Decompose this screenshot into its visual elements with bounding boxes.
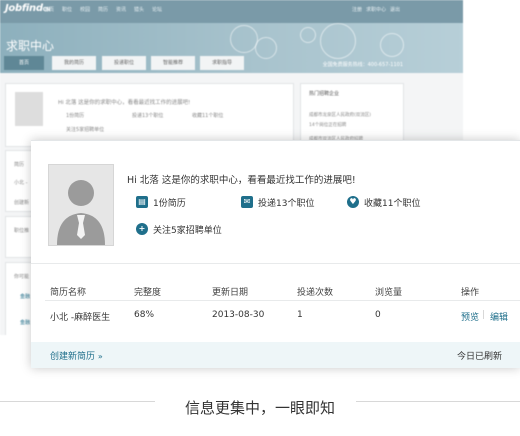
stat-small: 关注5家招聘单位 [66, 127, 105, 133]
stat-small: 投递13个职位 [132, 113, 164, 119]
sidebar-line: 成都市龙泉区人民政府(双流区) [309, 113, 372, 118]
heart-icon: ♥ [347, 196, 359, 208]
preview-link[interactable]: 预览 [461, 310, 479, 323]
nav-item[interactable]: 首页 [44, 6, 54, 13]
mail-icon: ✉ [241, 196, 253, 208]
action-separator: | [482, 310, 486, 320]
avatar [48, 164, 114, 246]
nav-item[interactable]: 校园 [80, 6, 90, 13]
plus-icon: + [136, 223, 148, 235]
stat-follow-count[interactable]: 关注5家招聘单位 [153, 223, 222, 236]
avatar-small [15, 92, 43, 126]
nav-item[interactable]: 职位 [62, 6, 72, 13]
resume-updated: 2013-08-30 [212, 310, 265, 320]
nav-register[interactable]: 注册 [352, 6, 362, 13]
refresh-status: 今日已刷新 [456, 352, 502, 362]
tab-home[interactable]: 首页 [4, 56, 44, 70]
tab-bar: 首页 我的简历 投递职位 智能推荐 求职指导 [0, 56, 463, 73]
stub-text: 创建新 [14, 200, 30, 206]
chevron-down-icon: » [97, 352, 103, 361]
decorative-circle-icon [320, 23, 356, 59]
greeting-text: Hi 北落 这是你的求职中心，看看最近找工作的进展吧! [127, 175, 356, 186]
tab-guidance[interactable]: 求职指导 [200, 56, 244, 70]
col-header-actions: 操作 [461, 288, 480, 298]
tab-my-resume[interactable]: 我的简历 [52, 56, 96, 70]
stat-resume-count[interactable]: 1份简历 [153, 196, 186, 209]
stub-text: 简历 [14, 162, 25, 168]
nav-job-center[interactable]: 求职中心 [366, 6, 386, 13]
decorative-circle-icon [230, 25, 258, 53]
top-navigation-bar: JobfindCN 首页 职位 校园 简历 资讯 猎头 论坛 注册 求职中心 退… [0, 0, 463, 23]
tab-applied-jobs[interactable]: 投递职位 [102, 56, 146, 70]
resume-name[interactable]: 小北 -麻醉医生 [50, 310, 110, 323]
col-header-name: 简历名称 [50, 288, 87, 298]
col-header-updated: 更新日期 [212, 288, 249, 298]
stub-text: 金融 [20, 320, 31, 326]
col-header-views: 浏览量 [375, 288, 403, 298]
stat-small: 1份简历 [66, 113, 85, 119]
stat-favorite-count[interactable]: 收藏11个职位 [364, 196, 420, 209]
greeting-small: Hi 北落 这是你的求职中心，看看最近找工作的进展吧! [58, 100, 191, 106]
edit-link[interactable]: 编辑 [490, 310, 508, 323]
tab-recommend[interactable]: 智能推荐 [151, 56, 195, 70]
stat-applied-count[interactable]: 投递13个职位 [258, 196, 314, 209]
nav-logout[interactable]: 退出 [390, 6, 400, 13]
nav-item[interactable]: 简历 [98, 6, 108, 13]
nav-item[interactable]: 论坛 [152, 6, 162, 13]
nav-item[interactable]: 资讯 [116, 6, 126, 13]
sidebar-title: 热门招聘企业 [309, 91, 340, 97]
caption-text: 信息更集中，一眼即知 [184, 399, 335, 417]
stub-text: 金融 [20, 294, 31, 300]
col-header-completeness: 完整度 [134, 288, 162, 298]
stub-text: 你可能 [14, 274, 30, 280]
decorative-circle-icon [300, 27, 316, 43]
create-resume-link[interactable]: 创建新简历 » [50, 349, 103, 362]
page-title: 求职中心 [6, 39, 55, 53]
sidebar-line: 14个岗位正在招聘 [309, 123, 347, 128]
job-center-card: Hi 北落 这是你的求职中心，看看最近找工作的进展吧! ▤ 1份简历 ✉ 投递1… [31, 140, 520, 368]
decorative-circle-icon [380, 33, 404, 57]
stub-text: 小北 - [14, 180, 28, 186]
user-silhouette-icon [57, 180, 105, 245]
profile-box: Hi 北落 这是你的求职中心，看看最近找工作的进展吧! 1份简历 投递13个职位… [5, 83, 294, 147]
resume-views: 0 [375, 310, 381, 320]
section-divider [31, 263, 520, 264]
header-row-divider [45, 300, 520, 301]
card-footer: 创建新简历 » 今日已刷新 [31, 342, 520, 368]
resume-icon: ▤ [136, 196, 148, 208]
resume-completeness: 68% [134, 310, 155, 320]
stat-small: 收藏11个职位 [192, 113, 224, 119]
resume-applied: 1 [297, 310, 303, 320]
nav-item[interactable]: 猎头 [134, 6, 144, 13]
stub-text: 职位推 [14, 228, 30, 234]
col-header-applied: 投递次数 [297, 288, 334, 298]
